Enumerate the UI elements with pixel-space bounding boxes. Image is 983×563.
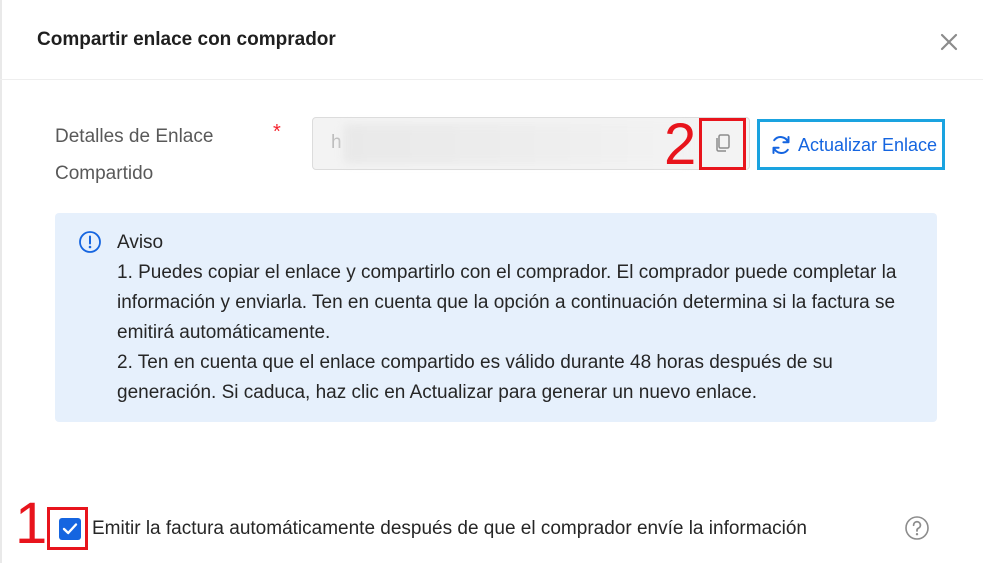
- dialog-title: Compartir enlace con comprador: [37, 29, 336, 50]
- copy-icon: [716, 134, 730, 152]
- redacted-link-mask: [343, 124, 693, 164]
- share-link-value: h: [331, 132, 342, 153]
- share-link-dialog: Compartir enlace con comprador Detalles …: [0, 0, 983, 563]
- copy-link-button[interactable]: [699, 118, 746, 170]
- auto-issue-label[interactable]: Emitir la factura automáticamente despué…: [92, 518, 807, 540]
- notice-line-2: 2. Ten en cuenta que el enlace compartid…: [117, 352, 833, 403]
- refresh-link-label: Actualizar Enlace: [798, 135, 938, 155]
- help-button[interactable]: [904, 515, 930, 541]
- close-icon: [940, 33, 958, 51]
- link-details-label: Detalles de Enlace Compartido: [55, 126, 214, 184]
- step-2-annotation: 2: [664, 112, 697, 177]
- info-circle-icon: [79, 231, 101, 253]
- auto-issue-checkbox-highlight: [47, 507, 88, 550]
- notice-title: Aviso: [117, 232, 164, 253]
- dialog-header: Compartir enlace con comprador: [0, 0, 983, 80]
- notice-body: 1. Puedes copiar el enlace y compartirlo…: [117, 258, 907, 408]
- dialog-left-edge: [0, 0, 2, 563]
- required-mark: *: [273, 121, 281, 143]
- step-1-annotation: 1: [15, 491, 48, 556]
- notice-line-1: 1. Puedes copiar el enlace y compartirlo…: [117, 262, 897, 343]
- refresh-icon: [772, 136, 790, 154]
- notice-box: Aviso 1. Puedes copiar el enlace y compa…: [55, 213, 937, 422]
- question-circle-icon: [905, 516, 929, 540]
- refresh-link-button[interactable]: Actualizar Enlace: [757, 119, 945, 170]
- checkmark-icon: [62, 523, 78, 535]
- close-button[interactable]: [935, 28, 963, 56]
- auto-issue-checkbox[interactable]: [59, 518, 81, 540]
